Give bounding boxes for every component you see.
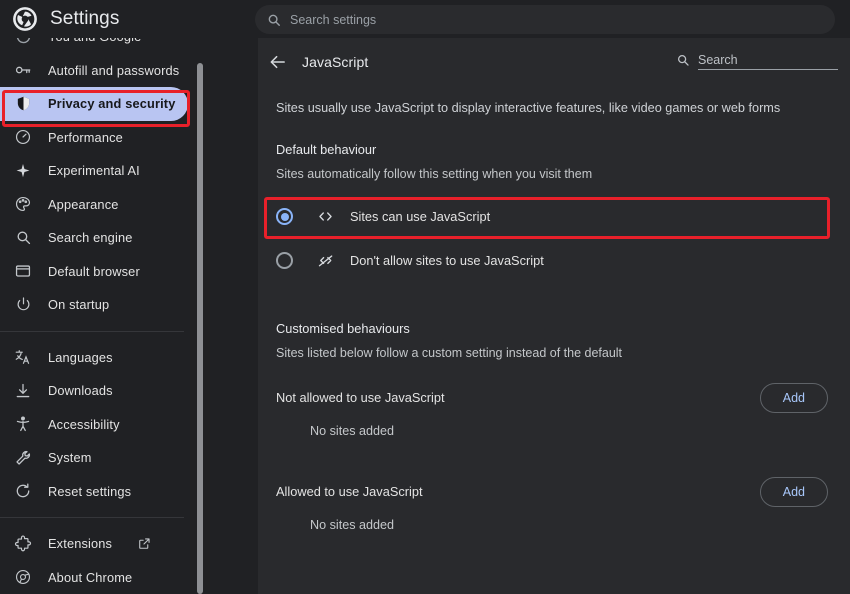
- search-icon: [267, 13, 281, 27]
- default-behaviour-heading: Default behaviour: [276, 141, 377, 157]
- sidebar-item-label: On startup: [48, 297, 110, 313]
- sidebar-scrollbar[interactable]: [196, 38, 204, 594]
- search-icon: [676, 53, 690, 67]
- sidebar-item-you-and-google[interactable]: You and Google: [0, 38, 188, 54]
- translate-icon: [14, 348, 32, 366]
- sidebar-item-label: Experimental AI: [48, 163, 140, 179]
- code-brackets-off-icon: [316, 251, 336, 271]
- sidebar-item-label: Appearance: [48, 196, 119, 212]
- sidebar-divider-1: [0, 330, 184, 332]
- javascript-settings-card: JavaScript Search Sites usually use Java…: [258, 38, 850, 594]
- sidebar-item-default-browser[interactable]: Default browser: [0, 255, 188, 289]
- radio-option-label: Sites can use JavaScript: [350, 209, 491, 225]
- sidebar-item-label: Languages: [48, 349, 113, 365]
- sparkle-icon: [14, 162, 32, 180]
- sidebar-item-reset-settings[interactable]: Reset settings: [0, 475, 188, 509]
- sidebar-item-downloads[interactable]: Downloads: [0, 374, 188, 408]
- sidebar-item-privacy-and-security[interactable]: Privacy and security: [0, 87, 188, 121]
- sidebar-item-label: Performance: [48, 129, 123, 145]
- radio-option-dont-allow-javascript[interactable]: Don't allow sites to use JavaScript: [258, 239, 850, 283]
- sidebar-item-appearance[interactable]: Appearance: [0, 188, 188, 222]
- not-allowed-empty-text: No sites added: [310, 423, 395, 438]
- code-brackets-icon: [316, 207, 336, 227]
- content-header: JavaScript Search: [258, 38, 850, 86]
- sidebar-item-label: Accessibility: [48, 416, 120, 432]
- allowed-list-label: Allowed to use JavaScript: [276, 484, 423, 500]
- not-allowed-list-header: Not allowed to use JavaScript Add: [258, 374, 850, 422]
- sidebar-item-on-startup[interactable]: On startup: [0, 288, 188, 322]
- sidebar-item-label: Search engine: [48, 230, 133, 246]
- sidebar-item-label: Downloads: [48, 383, 113, 399]
- sidebar-item-about-chrome[interactable]: About Chrome: [0, 561, 188, 594]
- speedometer-icon: [14, 128, 32, 146]
- sidebar-item-label: You and Google: [48, 38, 141, 44]
- global-search-placeholder: Search settings: [290, 12, 377, 27]
- customised-behaviours-heading: Customised behaviours: [276, 320, 410, 336]
- sidebar-item-autofill-and-passwords[interactable]: Autofill and passwords: [0, 54, 188, 88]
- palette-icon: [14, 195, 32, 213]
- sidebar-item-label: Autofill and passwords: [48, 62, 180, 78]
- sidebar-scroll-content: You and Google Autofill and passwords Pr…: [0, 38, 196, 594]
- window-icon: [14, 262, 32, 280]
- allowed-empty-text: No sites added: [310, 517, 395, 532]
- content-search-input[interactable]: Search: [698, 53, 838, 70]
- sidebar-item-performance[interactable]: Performance: [0, 121, 188, 155]
- back-arrow-icon[interactable]: [268, 52, 288, 72]
- chrome-outline-icon: [14, 568, 32, 586]
- sidebar-item-system[interactable]: System: [0, 441, 188, 475]
- restore-icon: [14, 482, 32, 500]
- radio-option-sites-can-use-javascript[interactable]: Sites can use JavaScript: [258, 195, 850, 239]
- sidebar-item-label: About Chrome: [48, 569, 133, 585]
- sidebar-item-search-engine[interactable]: Search engine: [0, 221, 188, 255]
- sidebar: You and Google Autofill and passwords Pr…: [0, 38, 196, 594]
- chrome-logo-icon: [12, 6, 38, 32]
- top-bar: Settings Search settings: [0, 0, 850, 38]
- not-allowed-list-label: Not allowed to use JavaScript: [276, 390, 445, 406]
- google-g-icon: [14, 38, 32, 46]
- content-search[interactable]: Search: [676, 53, 838, 72]
- key-icon: [14, 61, 32, 79]
- sidebar-item-accessibility[interactable]: Accessibility: [0, 408, 188, 442]
- puzzle-icon: [14, 535, 32, 553]
- app-title: Settings: [50, 8, 120, 29]
- sidebar-divider-2: [0, 517, 184, 518]
- open-in-new-icon: [138, 537, 151, 550]
- wrench-icon: [14, 449, 32, 467]
- default-behaviour-subtext: Sites automatically follow this setting …: [276, 166, 593, 181]
- shield-icon: [14, 95, 32, 113]
- sidebar-item-label: Reset settings: [48, 483, 132, 499]
- sidebar-item-label: Extensions: [48, 536, 113, 552]
- sidebar-item-label: Default browser: [48, 263, 140, 279]
- sidebar-item-extensions[interactable]: Extensions: [0, 527, 188, 561]
- download-icon: [14, 382, 32, 400]
- sidebar-scrollbar-thumb[interactable]: [197, 63, 203, 594]
- javascript-description: Sites usually use JavaScript to display …: [276, 101, 781, 115]
- page-title: JavaScript: [302, 54, 369, 70]
- allowed-list-header: Allowed to use JavaScript Add: [258, 468, 850, 516]
- add-allowed-button[interactable]: Add: [759, 476, 828, 507]
- radio-button-unselected[interactable]: [276, 252, 293, 270]
- sidebar-item-label: Privacy and security: [48, 96, 176, 112]
- add-not-allowed-button[interactable]: Add: [759, 382, 828, 413]
- global-search-box[interactable]: Search settings: [255, 5, 835, 34]
- customised-behaviours-subtext: Sites listed below follow a custom setti…: [276, 345, 623, 360]
- power-icon: [14, 296, 32, 314]
- accessibility-icon: [14, 415, 32, 433]
- sidebar-item-experimental-ai[interactable]: Experimental AI: [0, 154, 188, 188]
- radio-option-label: Don't allow sites to use JavaScript: [350, 253, 544, 269]
- radio-button-selected[interactable]: [276, 208, 293, 226]
- sidebar-item-languages[interactable]: Languages: [0, 341, 188, 375]
- main-content: JavaScript Search Sites usually use Java…: [206, 38, 850, 594]
- brand: Settings: [0, 6, 240, 32]
- sidebar-item-label: System: [48, 450, 92, 466]
- search-icon: [14, 229, 32, 247]
